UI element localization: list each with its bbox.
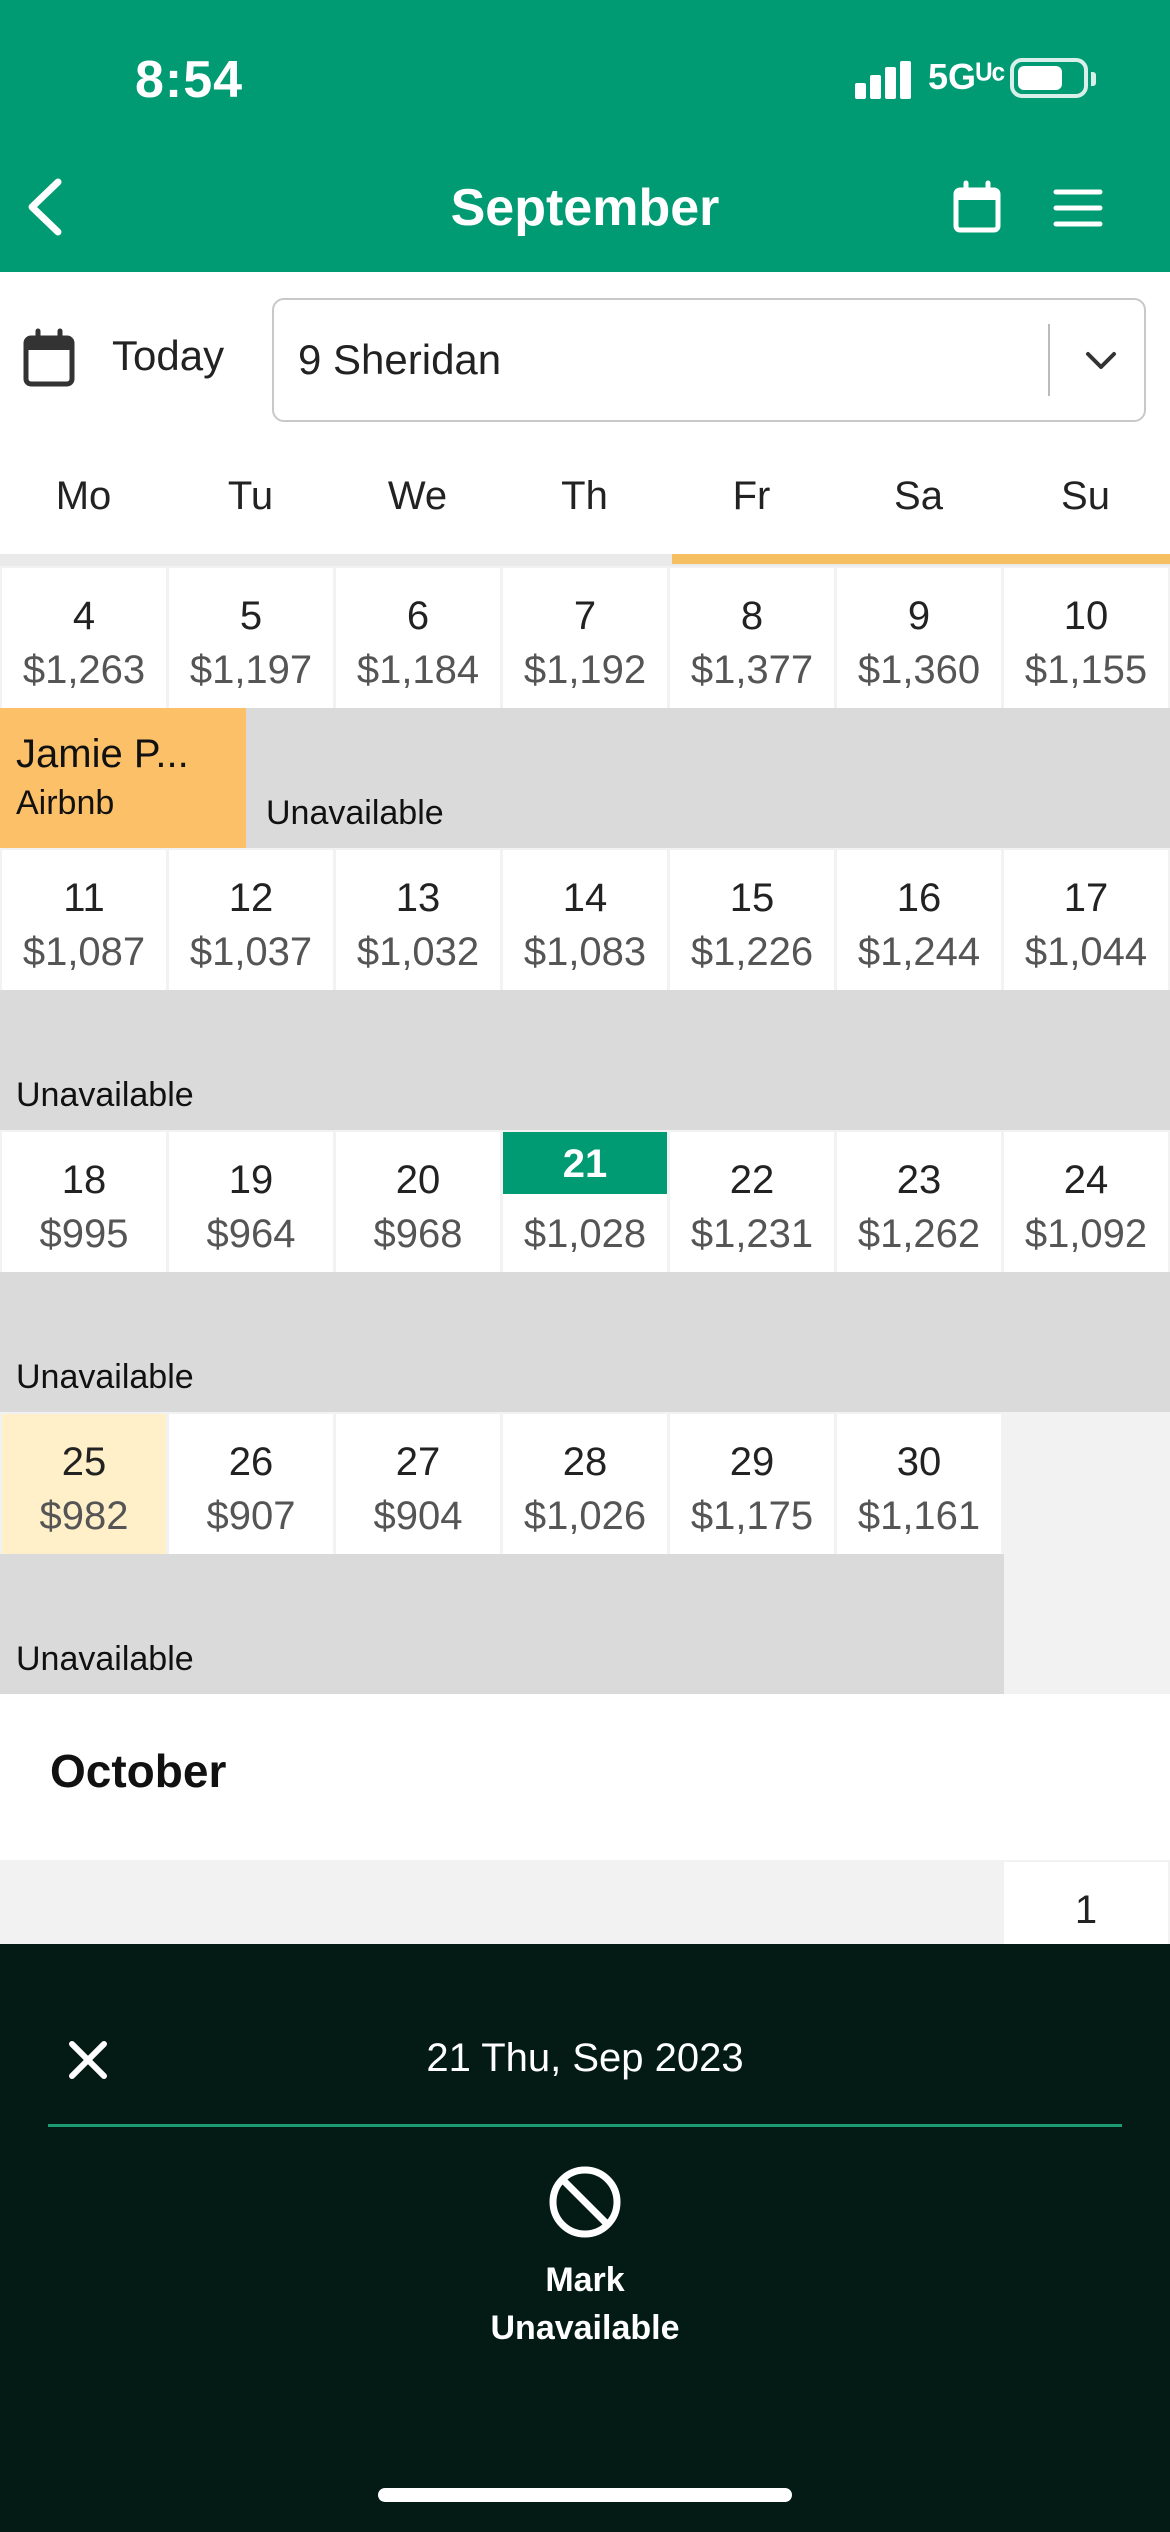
month-title: October [50, 1745, 227, 1797]
calendar-day-cell[interactable]: 26 $907 [169, 1414, 333, 1554]
booking-continuation-bar [672, 554, 1170, 564]
calendar-day-cell[interactable]: 7 $1,192 [503, 568, 667, 708]
calendar-day-cell[interactable]: 12 $1,037 [169, 850, 333, 990]
unavailable-label: Unavailable [16, 1076, 194, 1114]
unavailable-label: Unavailable [16, 1358, 194, 1396]
chevron-down-icon [1086, 352, 1116, 369]
calendar-day-cell[interactable]: 27 $904 [336, 1414, 500, 1554]
calendar-today-icon [23, 328, 75, 387]
weekday-header: Mo Tu We Th Fr Sa Su [0, 444, 1170, 554]
weekday-label: Fr [732, 474, 771, 518]
network-type: 5Gᵁᶜ [928, 56, 1006, 97]
sheet-divider [48, 2124, 1122, 2127]
calendar-day-cell[interactable]: 17 $1,044 [1004, 850, 1168, 990]
calendar-day-cell[interactable]: 15 $1,226 [670, 850, 834, 990]
calendar-view-button[interactable] [950, 180, 1006, 236]
home-indicator [378, 2488, 792, 2502]
weekday-label: Tu [227, 474, 274, 518]
empty-day-cell [670, 1862, 834, 1944]
calendar-day-cell[interactable]: 24 $1,092 [1004, 1132, 1168, 1272]
property-select-value: 9 Sheridan [298, 336, 502, 383]
status-time: 8:54 [135, 51, 244, 109]
calendar-day-cell[interactable]: 20 $968 [336, 1132, 500, 1272]
unavailable-label: Unavailable [16, 1640, 194, 1678]
empty-day-cell [336, 1862, 500, 1944]
calendar-day-cell[interactable]: 28 $1,026 [503, 1414, 667, 1554]
weekday-label: Mo [55, 474, 112, 518]
menu-button[interactable] [1050, 180, 1106, 236]
empty-day-cell [1004, 1414, 1168, 1694]
booking-guest-name: Jamie P... [16, 732, 189, 776]
weekday-label: Sa [894, 474, 943, 518]
empty-day-cell [169, 1862, 333, 1944]
calendar-day-cell[interactable]: 1 [1004, 1862, 1168, 1944]
calendar-day-cell[interactable]: 6 $1,184 [336, 568, 500, 708]
availability-band[interactable]: Unavailable [0, 1554, 1004, 1694]
property-select[interactable]: 9 Sheridan [272, 298, 1146, 422]
today-label[interactable]: Today [112, 332, 224, 380]
day-action-sheet: 21 Thu, Sep 2023 Mark Unavailable [0, 1944, 1170, 2532]
calendar-day-cell[interactable]: 14 $1,083 [503, 850, 667, 990]
app-header: 8:54 5Gᵁᶜ September [0, 0, 1170, 272]
calendar-day-cell[interactable]: 19 $964 [169, 1132, 333, 1272]
calendar-day-cell[interactable]: 9 $1,360 [837, 568, 1001, 708]
month-header: October [0, 1694, 1170, 1860]
selected-date: 21 Thu, Sep 2023 [426, 2036, 744, 2080]
calendar-day-cell[interactable]: 13 $1,032 [336, 850, 500, 990]
booking-block[interactable]: Jamie P... Airbnb [0, 708, 246, 848]
signal-icon [855, 61, 915, 99]
calendar-icon [953, 180, 1001, 233]
battery-icon [1010, 58, 1096, 98]
unavailable-label: Unavailable [266, 794, 444, 832]
empty-day-cell [2, 1862, 166, 1944]
calendar-day-cell-selected[interactable]: 21 $1,028 [503, 1132, 667, 1272]
empty-day-cell [503, 1862, 667, 1944]
calendar-day-cell[interactable]: 16 $1,244 [837, 850, 1001, 990]
block-icon [549, 2166, 621, 2238]
calendar-day-cell[interactable]: 10 $1,155 [1004, 568, 1168, 708]
calendar-day-cell[interactable]: 5 $1,197 [169, 568, 333, 708]
mark-unavailable-button[interactable]: Mark Unavailable [460, 2164, 710, 2364]
hamburger-menu-icon [1053, 189, 1103, 227]
weekday-label: Su [1061, 474, 1110, 518]
booking-source: Airbnb [16, 784, 115, 822]
availability-band[interactable]: Unavailable [0, 1272, 1170, 1412]
calendar-day-cell[interactable]: 4 $1,263 [2, 568, 166, 708]
calendar-day-cell[interactable]: 29 $1,175 [670, 1414, 834, 1554]
calendar-day-cell[interactable]: 18 $995 [2, 1132, 166, 1272]
calendar-day-cell[interactable]: 8 $1,377 [670, 568, 834, 708]
calendar-day-cell[interactable]: 25 $982 [2, 1414, 166, 1554]
select-divider [1048, 324, 1050, 396]
today-button[interactable] [22, 328, 78, 388]
calendar-toolbar: Today 9 Sheridan [0, 272, 1170, 444]
mark-unavailable-label: Mark Unavailable [490, 2261, 680, 2347]
calendar-day-cell[interactable]: 11 $1,087 [2, 850, 166, 990]
availability-band[interactable]: Unavailable [0, 990, 1170, 1130]
empty-day-cell [837, 1862, 1001, 1944]
calendar-day-cell[interactable]: 23 $1,262 [837, 1132, 1001, 1272]
weekday-label: We [387, 474, 448, 518]
weekday-label: Th [561, 474, 608, 518]
calendar-day-cell[interactable]: 30 $1,161 [837, 1414, 1001, 1554]
calendar-day-cell[interactable]: 22 $1,231 [670, 1132, 834, 1272]
